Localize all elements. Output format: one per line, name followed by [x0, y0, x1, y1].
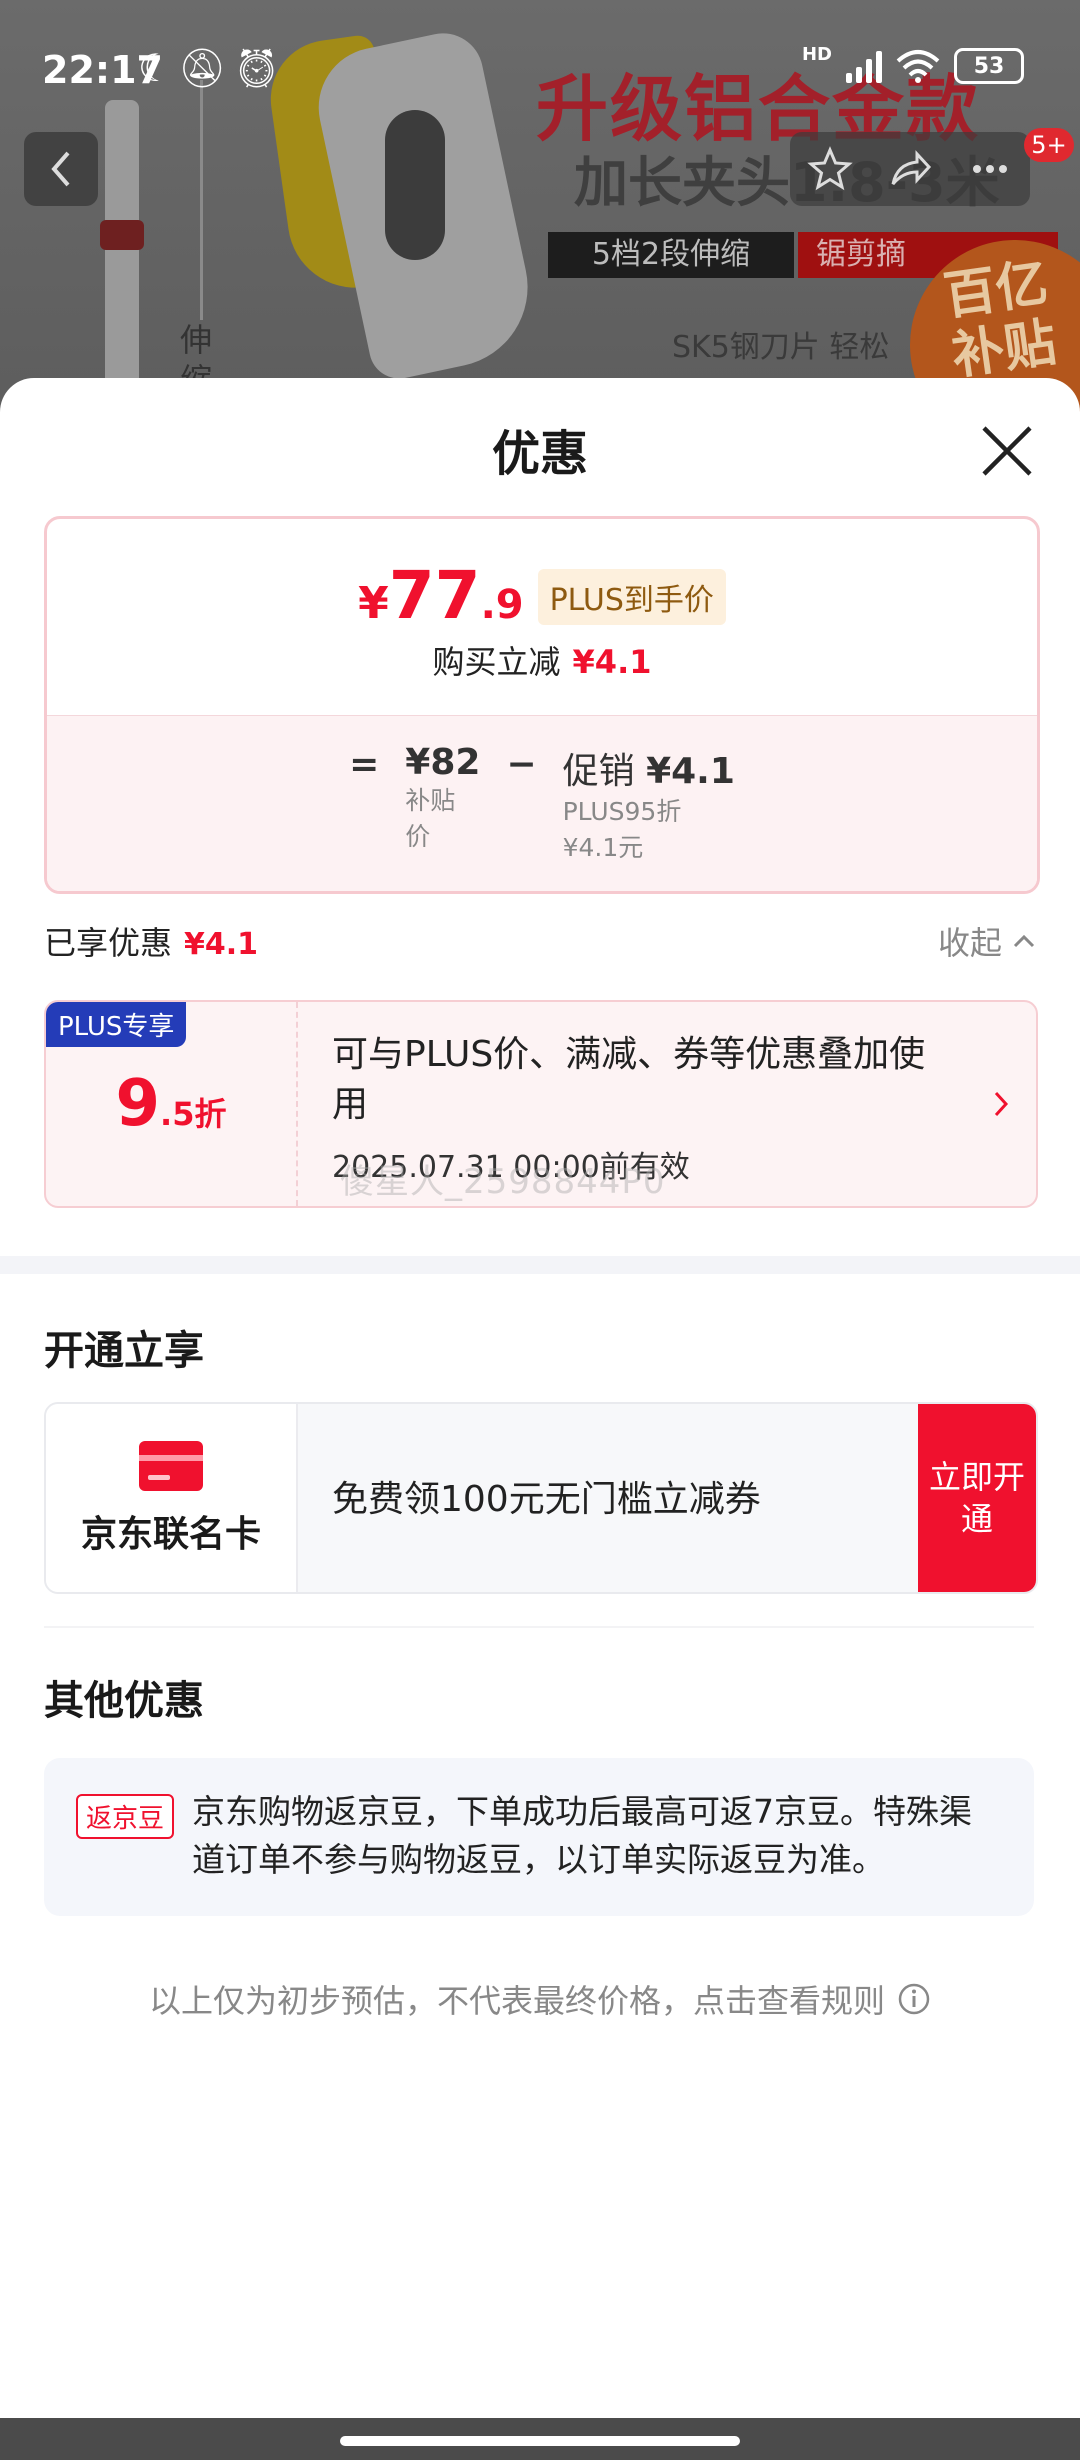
open-section-title: 开通立享	[44, 1328, 204, 1374]
info-icon	[898, 1983, 930, 2015]
banner-strip-left: 5档2段伸缩	[548, 232, 794, 278]
price-card: ¥77.9 PLUS到手价 购买立减 ¥4.1 = ¥82 补贴 价 − 促销 ¥…	[44, 516, 1040, 894]
subsidy-term: ¥82 补贴 价	[405, 742, 480, 866]
more-icon[interactable]	[967, 146, 1013, 192]
chevron-up-icon	[1013, 934, 1035, 948]
plus-coupon[interactable]: 9.5折 PLUS专享 可与PLUS价、满减、券等优惠叠加使用 2025.07.…	[44, 1000, 1038, 1208]
credit-card-icon	[139, 1441, 203, 1491]
sheet-title: 优惠	[491, 426, 588, 482]
jd-bean-offer: 返京豆 京东购物返京豆，下单成功后最高可返7京豆。特殊渠道订单不参与购物返豆，以…	[44, 1758, 1034, 1916]
subsidy-label-2: 价	[405, 822, 431, 851]
subsidy-label-1: 补贴	[405, 786, 456, 815]
discount-sheet: 优惠 ¥77.9 PLUS到手价 购买立减 ¥4.1 = ¥82 补贴 价 −	[0, 378, 1080, 2418]
mute-bell-icon: 🔕︎	[178, 46, 233, 90]
chevron-left-icon	[51, 151, 70, 187]
banner-guide-line	[200, 80, 203, 320]
other-section-title: 其他优惠	[44, 1678, 204, 1724]
cobrand-card-info: 京东联名卡	[46, 1404, 298, 1592]
banner-pole-grip	[100, 220, 144, 250]
minus-sign: −	[506, 744, 537, 785]
banner-tool-slot	[385, 110, 445, 260]
star-icon[interactable]	[807, 146, 853, 192]
rules-note[interactable]: 以上仅为初步预估，不代表最终价格，点击查看规则	[0, 1976, 1080, 2022]
promo-label: 促销	[562, 751, 635, 792]
plus-price-tag: PLUS到手价	[537, 569, 726, 625]
promo-value: ¥4.1	[646, 751, 735, 792]
status-right-icons: HD 53	[802, 44, 1024, 84]
price-formula: = ¥82 补贴 价 − 促销 ¥4.1 PLUS95折 ¥4.1元	[47, 715, 1037, 891]
banner-feature: SK5钢刀片 轻松	[672, 330, 890, 365]
equals-sign: =	[349, 744, 380, 785]
moon-icon: ☾	[138, 46, 179, 90]
battery-icon: 53	[954, 48, 1024, 84]
section-divider	[0, 1256, 1080, 1274]
share-icon[interactable]	[887, 146, 933, 192]
enjoyed-discount: 已享优惠 ¥4.1	[44, 918, 258, 964]
thin-divider	[44, 1626, 1034, 1628]
close-icon[interactable]	[978, 422, 1036, 480]
collapse-button[interactable]: 收起	[938, 918, 1036, 964]
open-now-button[interactable]: 立即开通	[918, 1404, 1036, 1592]
enjoyed-value: ¥4.1	[184, 927, 259, 962]
alarm-icon: ⏰︎	[232, 46, 287, 90]
final-price-row: ¥77.9 PLUS到手价	[47, 557, 1037, 634]
home-indicator[interactable]	[340, 2436, 740, 2446]
signal-icon	[846, 49, 882, 83]
watermark: 傻星人_2598844P0	[340, 1162, 666, 1202]
return-bean-tag: 返京豆	[76, 1794, 175, 1839]
rules-note-text: 以上仅为初步预估，不代表最终价格，点击查看规则	[148, 1982, 885, 2020]
bean-offer-text: 京东购物返京豆，下单成功后最高可返7京豆。特殊渠道订单不参与购物返豆，以订单实际…	[192, 1792, 972, 1879]
hd-label: HD	[801, 43, 832, 65]
instant-reduce-label: 购买立减	[432, 643, 561, 681]
back-button[interactable]	[24, 132, 98, 206]
plus-exclusive-tag: PLUS专享	[46, 1002, 187, 1047]
jd-cobrand-card-offer: 京东联名卡 免费领100元无门槛立减券 立即开通	[44, 1402, 1038, 1594]
collapse-label: 收起	[937, 924, 1002, 962]
status-left-icons: ☾🔕︎⏰︎	[138, 46, 287, 91]
promo-term: 促销 ¥4.1 PLUS95折 ¥4.1元	[563, 742, 735, 866]
promo-detail-1: PLUS95折	[562, 797, 682, 826]
enjoyed-label: 已享优惠	[44, 924, 173, 962]
subsidy-badge-text: 百亿 补贴	[940, 253, 1060, 386]
final-price: ¥77.9	[358, 557, 524, 634]
chevron-right-icon	[994, 1091, 1009, 1117]
top-actions	[790, 132, 1030, 206]
wifi-icon	[896, 50, 940, 83]
subsidy-price: ¥82	[405, 742, 481, 783]
banner-pole-image	[105, 100, 139, 400]
coupon-description: 可与PLUS价、满减、券等优惠叠加使用	[332, 1034, 926, 1125]
price-summary: ¥77.9 PLUS到手价 购买立减 ¥4.1	[47, 519, 1037, 715]
cobrand-card-name: 京东联名卡	[80, 1514, 261, 1555]
instant-reduce-value: ¥4.1	[572, 643, 652, 681]
instant-reduce: 购买立减 ¥4.1	[47, 637, 1037, 683]
notification-badge: 5+	[1024, 128, 1074, 162]
cobrand-offer-text: 免费领100元无门槛立减券	[332, 1479, 761, 1520]
promo-detail-2: ¥4.1元	[562, 833, 644, 862]
